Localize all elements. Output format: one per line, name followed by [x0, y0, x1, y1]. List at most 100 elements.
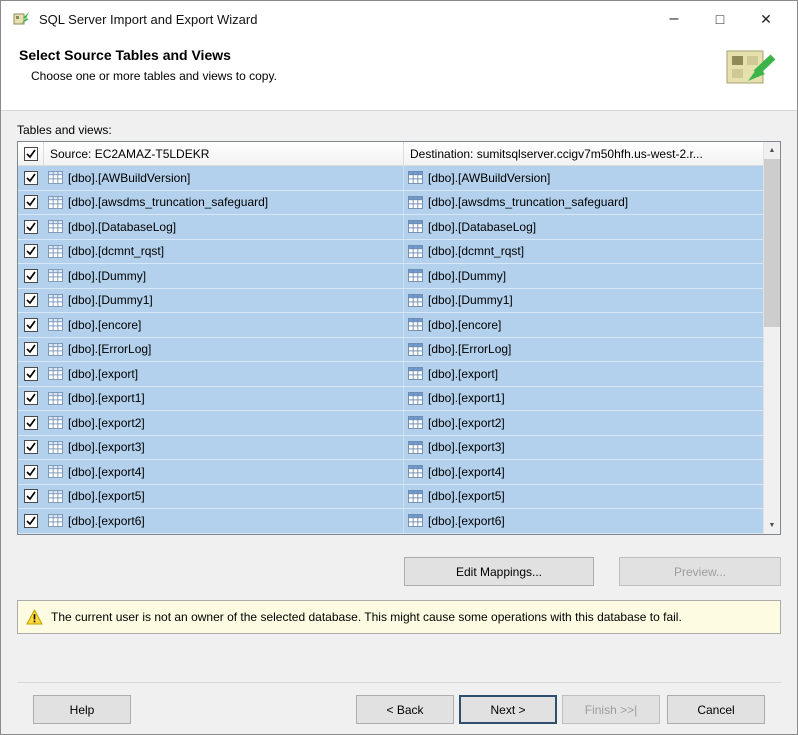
table-row[interactable]: [dbo].[export] [dbo].[export]	[18, 362, 763, 387]
destination-table-name: [dbo].[export6]	[428, 513, 505, 528]
maximize-button[interactable]: □	[697, 4, 743, 34]
source-table-icon	[48, 416, 63, 430]
mapping-buttons-row: Edit Mappings... Preview...	[17, 557, 781, 586]
row-checkbox[interactable]	[24, 489, 38, 504]
destination-table-icon	[408, 465, 423, 479]
source-table-name: [dbo].[Dummy1]	[68, 293, 153, 308]
table-row[interactable]: [dbo].[encore] [dbo].[encore]	[18, 313, 763, 338]
destination-table-icon	[408, 342, 423, 356]
wizard-header: Select Source Tables and Views Choose on…	[1, 37, 797, 111]
help-button[interactable]: Help	[33, 695, 131, 724]
destination-table-icon	[408, 269, 423, 283]
table-row[interactable]: [dbo].[export6] [dbo].[export6]	[18, 509, 763, 534]
vertical-scrollbar[interactable]: ▲ ▼	[763, 142, 780, 534]
source-table-name: [dbo].[dcmnt_rqst]	[68, 244, 165, 259]
footer: Help < Back Next > Finish >>| Cancel	[17, 682, 781, 734]
select-all-checkbox[interactable]	[23, 146, 38, 161]
destination-table-icon	[408, 318, 423, 332]
destination-table-name: [dbo].[export5]	[428, 489, 505, 504]
row-checkbox[interactable]	[24, 391, 38, 406]
source-table-icon	[48, 440, 63, 454]
destination-table-icon	[408, 489, 423, 503]
scrollbar-thumb[interactable]	[764, 159, 780, 327]
table-row[interactable]: [dbo].[awsdms_truncation_safeguard] [dbo]…	[18, 190, 763, 216]
row-checkbox[interactable]	[24, 244, 38, 259]
destination-table-name: [dbo].[dcmnt_rqst]	[428, 244, 525, 259]
source-table-name: [dbo].[export]	[68, 366, 139, 381]
destination-table-icon	[408, 171, 423, 185]
warning-banner: The current user is not an owner of the …	[17, 600, 781, 634]
finish-button[interactable]: Finish >>|	[562, 695, 660, 724]
source-table-icon	[48, 342, 63, 356]
edit-mappings-button[interactable]: Edit Mappings...	[404, 557, 594, 586]
destination-table-icon	[408, 220, 423, 234]
source-table-name: [dbo].[export1]	[68, 391, 145, 406]
table-row[interactable]: [dbo].[Dummy] [dbo].[Dummy]	[18, 264, 763, 289]
table-row[interactable]: [dbo].[export4] [dbo].[export4]	[18, 460, 763, 485]
next-button[interactable]: Next >	[459, 695, 557, 724]
table-row[interactable]: [dbo].[export3] [dbo].[export3]	[18, 435, 763, 461]
source-column-header[interactable]: Source: EC2AMAZ-T5LDEKR	[44, 142, 404, 165]
destination-column-header[interactable]: Destination: sumitsqlserver.ccigv7m50hfh…	[404, 142, 763, 165]
row-checkbox[interactable]	[24, 440, 38, 455]
source-table-icon	[48, 244, 63, 258]
titlebar: SQL Server Import and Export Wizard – □ …	[1, 1, 797, 37]
destination-table-icon	[408, 244, 423, 258]
row-checkbox[interactable]	[24, 219, 38, 234]
wizard-body: Tables and views: Source: EC2AMAZ-T5LDEK…	[1, 111, 797, 734]
scroll-down-icon[interactable]: ▼	[764, 517, 780, 534]
row-checkbox[interactable]	[24, 268, 38, 283]
preview-button[interactable]: Preview...	[619, 557, 781, 586]
source-table-icon	[48, 269, 63, 283]
table-row[interactable]: [dbo].[ErrorLog] [dbo].[ErrorLog]	[18, 337, 763, 363]
warning-text: The current user is not an owner of the …	[51, 610, 682, 624]
page-title: Select Source Tables and Views	[19, 47, 231, 63]
source-table-icon	[48, 465, 63, 479]
source-table-icon	[48, 220, 63, 234]
minimize-button[interactable]: –	[651, 4, 697, 34]
table-row[interactable]: [dbo].[export2] [dbo].[export2]	[18, 411, 763, 436]
scroll-up-icon[interactable]: ▲	[764, 142, 780, 159]
destination-table-name: [dbo].[export1]	[428, 391, 505, 406]
destination-table-name: [dbo].[export]	[428, 366, 499, 381]
page-subtitle: Choose one or more tables and views to c…	[31, 69, 277, 83]
row-checkbox[interactable]	[24, 195, 38, 210]
source-table-name: [dbo].[Dummy]	[68, 268, 147, 283]
source-table-icon	[48, 489, 63, 503]
row-checkbox[interactable]	[24, 366, 38, 381]
row-checkbox[interactable]	[24, 342, 38, 357]
source-table-name: [dbo].[ErrorLog]	[68, 342, 152, 357]
destination-table-name: [dbo].[export2]	[428, 415, 505, 430]
tables-grid: Source: EC2AMAZ-T5LDEKR Destination: sum…	[17, 141, 781, 535]
destination-table-name: [dbo].[Dummy]	[428, 268, 507, 283]
destination-table-icon	[408, 391, 423, 405]
row-checkbox[interactable]	[24, 464, 38, 479]
table-row[interactable]: [dbo].[dcmnt_rqst] [dbo].[dcmnt_rqst]	[18, 239, 763, 265]
destination-table-icon	[408, 416, 423, 430]
close-button[interactable]: ✕	[743, 4, 789, 34]
row-checkbox[interactable]	[24, 293, 38, 308]
row-checkbox[interactable]	[24, 170, 38, 185]
source-table-name: [dbo].[encore]	[68, 317, 142, 332]
source-table-name: [dbo].[export5]	[68, 489, 145, 504]
table-row[interactable]: [dbo].[export1] [dbo].[export1]	[18, 386, 763, 412]
source-table-icon	[48, 318, 63, 332]
app-icon	[13, 10, 31, 28]
row-checkbox[interactable]	[24, 317, 38, 332]
wizard-window: SQL Server Import and Export Wizard – □ …	[0, 0, 798, 735]
destination-table-icon	[408, 440, 423, 454]
cancel-button[interactable]: Cancel	[667, 695, 765, 724]
destination-table-name: [dbo].[encore]	[428, 317, 502, 332]
window-title: SQL Server Import and Export Wizard	[39, 11, 258, 27]
row-checkbox[interactable]	[24, 415, 38, 430]
source-table-name: [dbo].[export3]	[68, 440, 145, 455]
row-checkbox[interactable]	[24, 513, 38, 528]
back-button[interactable]: < Back	[356, 695, 454, 724]
table-row[interactable]: [dbo].[DatabaseLog] [dbo].[DatabaseLog]	[18, 215, 763, 240]
grid-header-row: Source: EC2AMAZ-T5LDEKR Destination: sum…	[18, 142, 763, 166]
table-row[interactable]: [dbo].[AWBuildVersion] [dbo].[AWBuildVers…	[18, 166, 763, 191]
window-controls: – □ ✕	[651, 4, 789, 34]
table-row[interactable]: [dbo].[Dummy1] [dbo].[Dummy1]	[18, 288, 763, 314]
destination-table-icon	[408, 367, 423, 381]
table-row[interactable]: [dbo].[export5] [dbo].[export5]	[18, 484, 763, 510]
